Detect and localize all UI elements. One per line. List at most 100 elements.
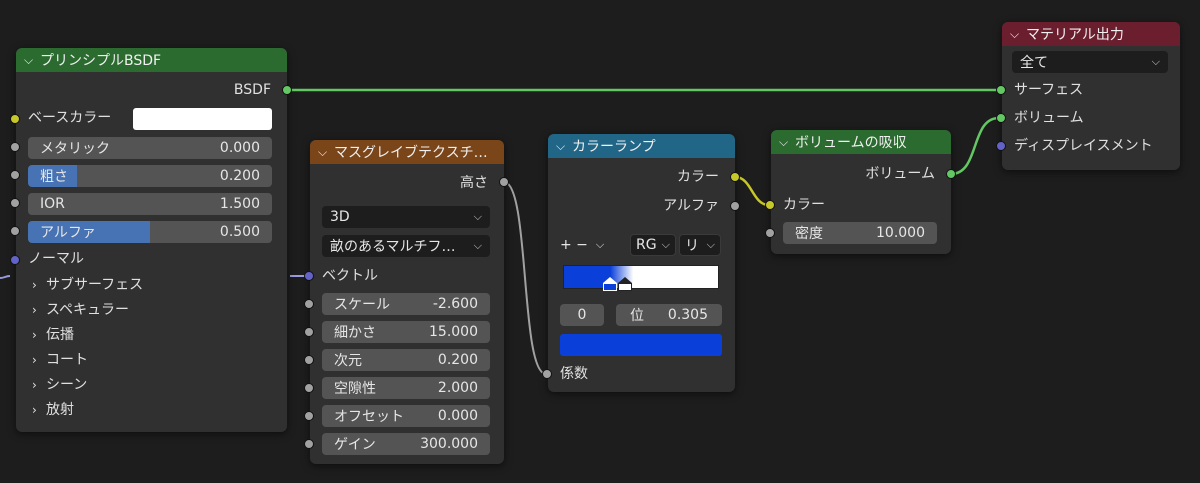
- vector-input-socket[interactable]: [304, 271, 314, 281]
- chevron-down-icon: ⌵: [661, 238, 670, 251]
- material-output-node[interactable]: ⌵ マテリアル出力 全て ⌵ サーフェス ボリューム ディスプレイスメント: [1002, 22, 1180, 170]
- chevron-down-icon[interactable]: ⌵: [318, 145, 334, 160]
- density-field[interactable]: 密度 10.000: [783, 222, 937, 244]
- color-ramp-node[interactable]: ⌵ カラーランプ カラー アルファ + − ⌵ RG ⌵ リ ⌵ 0 位 0.3…: [548, 134, 735, 392]
- base-color-swatch[interactable]: [133, 108, 272, 130]
- dimension-field[interactable]: 次元 0.200: [322, 349, 490, 371]
- base-color-input-socket[interactable]: [10, 114, 20, 124]
- chevron-down-icon[interactable]: ⌵: [24, 53, 40, 68]
- link-normal-incoming: [0, 275, 11, 279]
- volume-output-socket[interactable]: [946, 169, 956, 179]
- link-color-to-color: [734, 175, 770, 207]
- bsdf-output-socket[interactable]: [282, 85, 292, 95]
- chevron-right-icon: ›: [32, 403, 37, 417]
- chevron-down-icon: ⌵: [706, 238, 715, 251]
- node-title: カラーランプ: [572, 139, 656, 155]
- color-stop-handle[interactable]: [618, 277, 632, 291]
- roughness-field[interactable]: 粗さ 0.200: [28, 165, 272, 187]
- node-title: マスグレイブテクスチ…: [334, 145, 488, 161]
- musgrave-type-dropdown[interactable]: 畝のあるマルチフ… ⌵: [322, 235, 490, 257]
- stop-color-swatch[interactable]: [560, 334, 722, 356]
- gain-input-socket[interactable]: [304, 439, 314, 449]
- panel-specular[interactable]: › スペキュラー: [32, 299, 129, 321]
- scale-input-socket[interactable]: [304, 299, 314, 309]
- fac-input-socket[interactable]: [542, 369, 552, 379]
- base-color-label: ベースカラー: [28, 110, 112, 126]
- offset-input-socket[interactable]: [304, 411, 314, 421]
- color-output-socket[interactable]: [730, 172, 740, 182]
- normal-label: ノーマル: [28, 251, 84, 267]
- color-stop-handle-active[interactable]: [603, 277, 617, 291]
- panel-coat[interactable]: › コート: [32, 349, 88, 371]
- node-title: マテリアル出力: [1026, 27, 1124, 43]
- volume-input-socket[interactable]: [996, 113, 1006, 123]
- panel-emission[interactable]: › 放射: [32, 399, 74, 421]
- chevron-down-icon: ⌵: [473, 239, 482, 252]
- chevron-right-icon: ›: [32, 278, 37, 292]
- link-height-to-fac: [503, 181, 547, 375]
- chevron-down-icon[interactable]: ⌵: [779, 135, 795, 150]
- chevron-down-icon: ⌵: [595, 238, 605, 251]
- stop-position-field[interactable]: 位 0.305: [616, 304, 722, 326]
- chevron-down-icon: ⌵: [1151, 55, 1160, 68]
- density-input-socket[interactable]: [765, 228, 775, 238]
- lacunarity-field[interactable]: 空隙性 2.000: [322, 377, 490, 399]
- dimension-dropdown[interactable]: 3D ⌵: [322, 206, 490, 228]
- metallic-field[interactable]: メタリック 0.000: [28, 137, 272, 159]
- dimension-input-socket[interactable]: [304, 355, 314, 365]
- detail-field[interactable]: 細かさ 15.000: [322, 321, 490, 343]
- volume-input-label: ボリューム: [1014, 110, 1084, 126]
- material-output-header[interactable]: ⌵ マテリアル出力: [1002, 22, 1180, 46]
- bsdf-output-label: BSDF: [233, 82, 271, 98]
- surface-input-socket[interactable]: [996, 85, 1006, 95]
- height-output-socket[interactable]: [499, 177, 509, 187]
- detail-input-socket[interactable]: [304, 327, 314, 337]
- ior-field[interactable]: IOR 1.500: [28, 193, 272, 215]
- chevron-down-icon[interactable]: ⌵: [556, 139, 572, 154]
- node-title: プリンシプルBSDF: [40, 53, 162, 69]
- color-mode-dropdown[interactable]: RG ⌵: [630, 234, 676, 256]
- target-dropdown[interactable]: 全て ⌵: [1012, 51, 1168, 73]
- add-remove-stop-buttons[interactable]: + − ⌵: [560, 234, 624, 256]
- chevron-down-icon: ⌵: [473, 210, 482, 223]
- normal-input-socket[interactable]: [10, 255, 20, 265]
- panel-transmission[interactable]: › 伝播: [32, 324, 74, 346]
- color-input-label: カラー: [783, 197, 825, 213]
- ior-input-socket[interactable]: [10, 198, 20, 208]
- musgrave-texture-node[interactable]: ⌵ マスグレイブテクスチ… 高さ 3D ⌵ 畝のあるマルチフ… ⌵ ベクトル ス…: [310, 140, 504, 464]
- chevron-down-icon[interactable]: ⌵: [1010, 27, 1026, 42]
- interpolation-dropdown[interactable]: リ ⌵: [679, 234, 721, 256]
- volume-absorption-node[interactable]: ⌵ ボリュームの吸収 ボリューム カラー 密度 10.000: [771, 130, 951, 254]
- height-output-label: 高さ: [460, 175, 488, 191]
- chevron-right-icon: ›: [32, 353, 37, 367]
- alpha-output-label: アルファ: [663, 198, 719, 214]
- musgrave-header[interactable]: ⌵ マスグレイブテクスチ…: [310, 140, 504, 164]
- panel-subsurface[interactable]: › サブサーフェス: [32, 274, 143, 296]
- color-output-label: カラー: [677, 169, 719, 185]
- principled-bsdf-header[interactable]: ⌵ プリンシプルBSDF: [16, 48, 287, 72]
- volume-output-label: ボリューム: [865, 166, 935, 182]
- panel-sheen[interactable]: › シーン: [32, 374, 87, 396]
- lacunarity-input-socket[interactable]: [304, 383, 314, 393]
- gain-field[interactable]: ゲイン 300.000: [322, 433, 490, 455]
- chevron-right-icon: ›: [32, 303, 37, 317]
- stop-index-field[interactable]: 0: [560, 304, 604, 326]
- color-ramp-gradient[interactable]: [563, 265, 719, 289]
- scale-field[interactable]: スケール -2.600: [322, 293, 490, 315]
- displacement-input-socket[interactable]: [996, 141, 1006, 151]
- alpha-output-socket[interactable]: [730, 201, 740, 211]
- fac-input-label: 係数: [560, 366, 588, 382]
- offset-field[interactable]: オフセット 0.000: [322, 405, 490, 427]
- color-input-socket[interactable]: [765, 200, 775, 210]
- alpha-field[interactable]: アルファ 0.500: [28, 221, 272, 243]
- roughness-input-socket[interactable]: [10, 170, 20, 180]
- principled-bsdf-node[interactable]: ⌵ プリンシプルBSDF BSDF ベースカラー メタリック 0.000 粗さ …: [16, 48, 287, 432]
- color-ramp-header[interactable]: ⌵ カラーランプ: [548, 134, 735, 158]
- volume-absorption-header[interactable]: ⌵ ボリュームの吸収: [771, 130, 951, 154]
- displacement-input-label: ディスプレイスメント: [1014, 138, 1153, 154]
- surface-input-label: サーフェス: [1014, 82, 1084, 98]
- alpha-input-socket[interactable]: [10, 226, 20, 236]
- node-title: ボリュームの吸収: [795, 135, 907, 151]
- chevron-right-icon: ›: [32, 378, 37, 392]
- metallic-input-socket[interactable]: [10, 142, 20, 152]
